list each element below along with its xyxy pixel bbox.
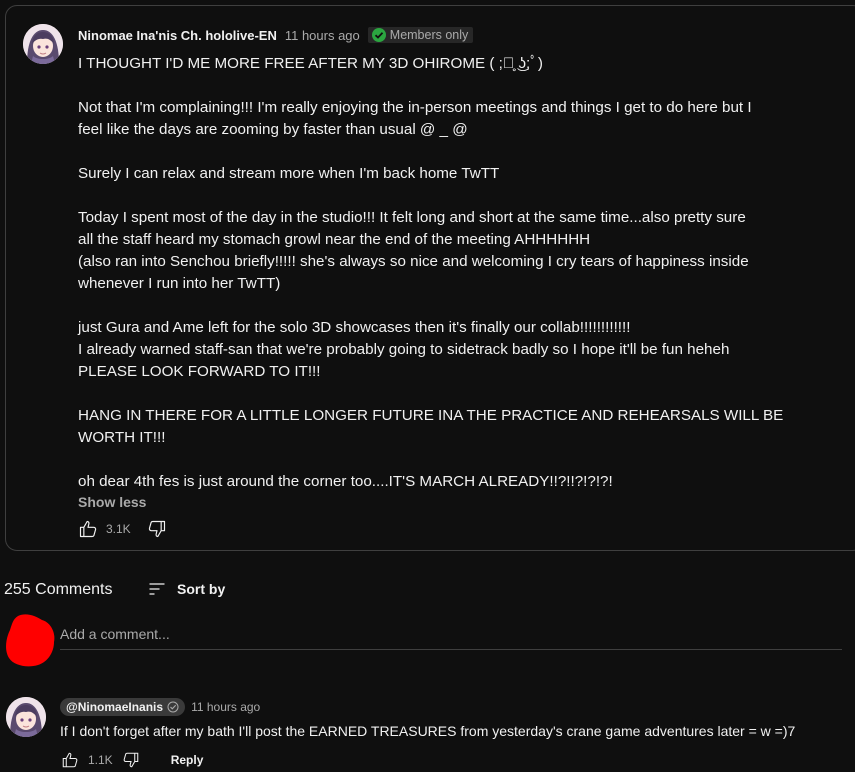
post-text-line: Today I spent most of the day in the stu… [78,209,746,226]
comment-dislike-button[interactable] [119,748,143,772]
post-text-line: HANG IN THERE FOR A LITTLE LONGER FUTURE… [78,407,784,424]
post-text-line: Surely I can relax and stream more when … [78,165,500,182]
dislike-button[interactable] [145,517,169,541]
verified-check-icon [167,701,179,713]
commenter-handle-chip[interactable]: @NinomaeInanis [60,698,186,716]
avatar-portrait-icon [23,24,63,64]
like-button[interactable] [76,517,100,541]
post-body-text: I THOUGHT I'D ME MORE FREE AFTER MY 3D O… [78,53,798,493]
post-actions: 3.1K [76,517,169,541]
post-paragraph: just Gura and Ame left for the solo 3D s… [78,317,798,383]
post-text-line: just Gura and Ame left for the solo 3D s… [78,319,631,336]
post-text-line: whenever I run into her TwTT) [78,275,281,292]
current-user-avatar-redacted [4,612,56,668]
like-icon [79,520,97,538]
commenter-handle: @NinomaeInanis [66,700,164,714]
post-header: Ninomae Ina'nis Ch. hololive-EN 11 hours… [78,26,474,44]
members-check-icon [371,28,386,42]
post-paragraph: HANG IN THERE FOR A LITTLE LONGER FUTURE… [78,405,798,449]
post-paragraph: I THOUGHT I'D ME MORE FREE AFTER MY 3D O… [78,53,798,75]
post-paragraph: Today I spent most of the day in the stu… [78,207,798,295]
post-text-line: (also ran into Senchou briefly!!!!! she'… [78,253,749,270]
post-text-line: WORTH IT!!! [78,429,166,446]
avatar-portrait-icon [6,697,46,737]
comment-text: If I don't forget after my bath I'll pos… [60,723,796,739]
post-paragraph: oh dear 4th fes is just around the corne… [78,471,798,493]
post-text-line: feel like the days are zooming by faster… [78,121,468,138]
post-timestamp[interactable]: 11 hours ago [285,28,360,43]
comment-like-button[interactable] [58,748,82,772]
post-text-line: oh dear 4th fes is just around the corne… [78,473,613,490]
reply-button[interactable]: Reply [171,753,204,767]
members-only-label: Members only [389,28,469,42]
like-count: 3.1K [106,522,131,536]
post-text-line: I already warned staff-san that we're pr… [78,341,730,358]
comments-header: 255 Comments Sort by [4,578,264,602]
members-only-badge: Members only [367,27,474,43]
like-icon [62,752,78,768]
author-avatar[interactable] [23,24,63,64]
comment-timestamp[interactable]: 11 hours ago [191,700,260,714]
post-text-line: all the staff heard my stomach growl nea… [78,231,591,248]
post-paragraph: Surely I can relax and stream more when … [78,163,798,185]
post-text-line: I THOUGHT I'D ME MORE FREE AFTER MY 3D O… [78,55,543,72]
commenter-avatar[interactable] [6,697,46,737]
community-post-card: Ninomae Ina'nis Ch. hololive-EN 11 hours… [5,5,855,551]
sort-by-button[interactable]: Sort by [147,578,225,600]
comment-like-count: 1.1K [88,753,113,767]
post-author-name[interactable]: Ninomae Ina'nis Ch. hololive-EN [78,28,277,43]
sort-icon [149,583,165,595]
dislike-icon [123,752,138,768]
show-less-button[interactable]: Show less [78,494,146,510]
sort-by-label: Sort by [177,581,226,597]
post-text-line: PLEASE LOOK FORWARD TO IT!!! [78,363,321,380]
comment-header: @NinomaeInanis 11 hours ago [60,697,260,717]
post-text-line: Not that I'm complaining!!! I'm really e… [78,99,752,116]
dislike-icon [148,520,165,538]
comments-count: 255 Comments [4,581,113,598]
post-paragraph: Not that I'm complaining!!! I'm really e… [78,97,798,141]
comment-actions: 1.1K Reply [58,750,203,770]
add-comment-input[interactable]: Add a comment... [60,626,842,650]
